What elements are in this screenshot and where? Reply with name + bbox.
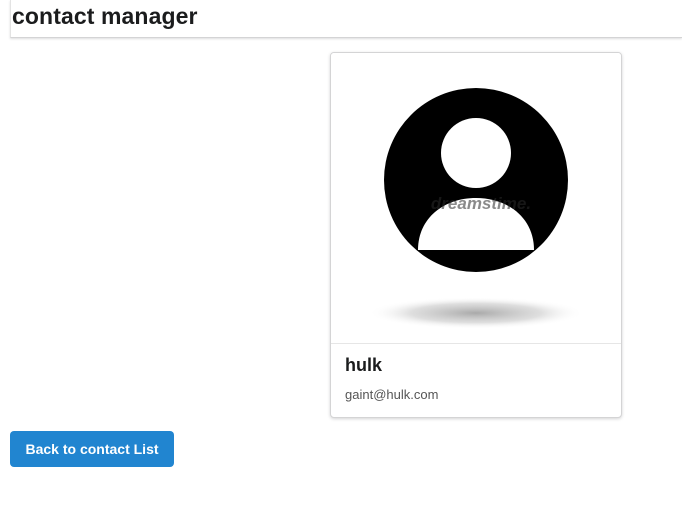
contact-card-content: hulk gaint@hulk.com <box>331 344 621 417</box>
svg-text:dreamstime.: dreamstime. <box>431 194 531 213</box>
back-to-contact-list-button[interactable]: Back to contact List <box>10 431 174 467</box>
contact-card: dreamstime. hulk gaint@hulk.com <box>330 52 622 418</box>
contact-name: hulk <box>345 355 383 375</box>
user-avatar-icon: dreamstime. <box>368 88 584 329</box>
app-title: contact manager <box>12 3 198 29</box>
contact-email: gaint@hulk.com <box>345 387 439 402</box>
contact-avatar-image: dreamstime. <box>331 53 621 344</box>
app-header: contact manager <box>10 0 682 38</box>
